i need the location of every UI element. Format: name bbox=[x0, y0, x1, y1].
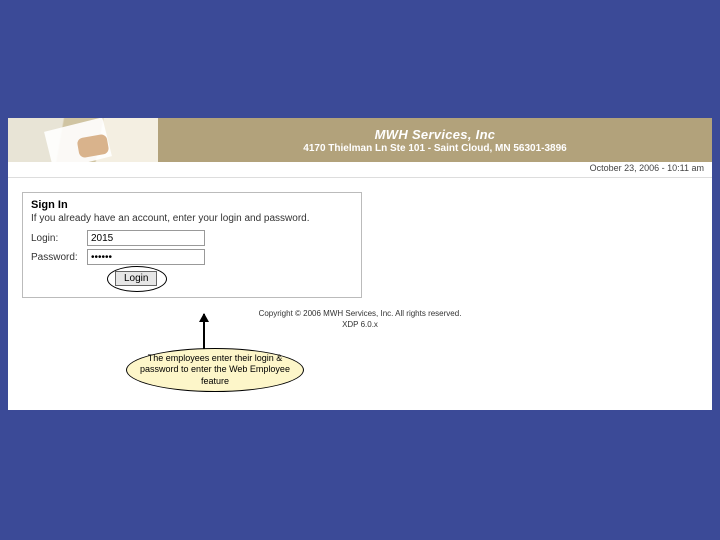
company-name: MWH Services, Inc bbox=[375, 127, 496, 142]
login-button[interactable]: Login bbox=[115, 271, 157, 286]
annotation-callout: The employees enter their login & passwo… bbox=[126, 348, 304, 392]
annotation-arrow bbox=[203, 314, 205, 350]
footer-copyright: Copyright © 2006 MWH Services, Inc. All … bbox=[8, 308, 712, 319]
password-row: Password: bbox=[31, 249, 353, 265]
banner-title-block: MWH Services, Inc 4170 Thielman Ln Ste 1… bbox=[158, 118, 712, 162]
password-input[interactable] bbox=[87, 249, 205, 265]
login-button-wrap: Login bbox=[115, 271, 353, 286]
signin-heading: Sign In bbox=[31, 199, 353, 211]
login-label: Login: bbox=[31, 233, 87, 244]
login-input[interactable] bbox=[87, 230, 205, 246]
signin-subheading: If you already have an account, enter yo… bbox=[31, 213, 353, 224]
footer-version: XDP 6.0.x bbox=[8, 319, 712, 330]
header-banner: MWH Services, Inc 4170 Thielman Ln Ste 1… bbox=[8, 118, 712, 162]
login-row: Login: bbox=[31, 230, 353, 246]
date-time-bar: October 23, 2006 - 10:11 am bbox=[8, 162, 712, 178]
banner-photo bbox=[8, 118, 158, 162]
app-window: MWH Services, Inc 4170 Thielman Ln Ste 1… bbox=[8, 118, 712, 410]
company-address: 4170 Thielman Ln Ste 101 - Saint Cloud, … bbox=[303, 143, 566, 154]
footer: Copyright © 2006 MWH Services, Inc. All … bbox=[8, 308, 712, 330]
signin-panel: Sign In If you already have an account, … bbox=[22, 192, 362, 298]
password-label: Password: bbox=[31, 252, 87, 263]
